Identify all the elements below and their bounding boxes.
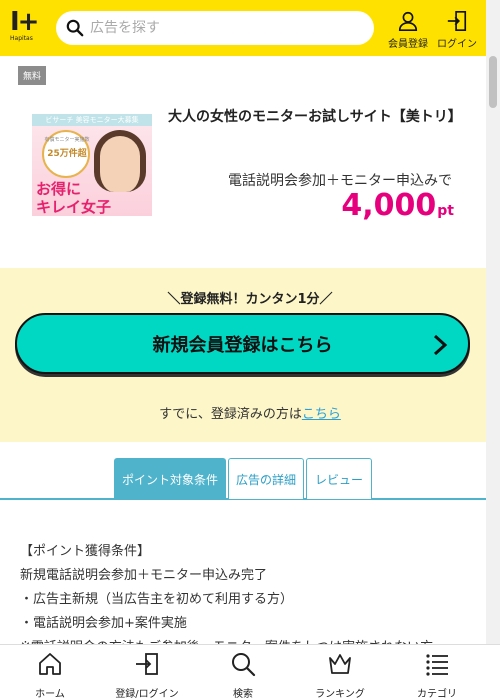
nav-home[interactable]: ホーム	[0, 651, 100, 700]
login-icon	[136, 653, 158, 675]
already-registered-label: すでに、登録済みの方は	[159, 407, 302, 422]
member-register-button[interactable]: 会員登録	[388, 10, 428, 50]
register-headline: ＼登録無料！カンタン1分／	[167, 292, 333, 307]
tab-reviews[interactable]: レビュー	[306, 458, 372, 499]
ad-image-line2: キレイ女子	[36, 198, 112, 216]
points-unit: pt	[437, 203, 454, 219]
nav-login[interactable]: 登録/ログイン	[97, 651, 197, 700]
register-panel: ＼登録無料！カンタン1分／ 新規会員登録はこちら すでに、登録済みの方はこちら	[0, 268, 500, 442]
ad-image-top-text: ビサーチ 美容モニター大募集	[32, 114, 152, 126]
detail-tabs: ポイント対象条件 広告の詳細 レビュー	[0, 458, 500, 500]
nav-ranking[interactable]: ランキング	[290, 651, 390, 700]
nav-ranking-label: ランキング	[315, 689, 365, 700]
free-badge: 無料	[18, 66, 47, 85]
tab-content: 【ポイント獲得条件】 新規電話説明会参加＋モニター申込み完了 ・広告主新規（当広…	[20, 540, 470, 660]
ad-image-seal-big: 25万件超	[47, 149, 87, 159]
ad-title: 大人の女性のモニターお試しサイト【美トリ】	[168, 109, 462, 125]
content-line: 【ポイント獲得条件】	[20, 544, 151, 559]
ad-image[interactable]: ビサーチ 美容モニター大募集 有償モニター実施数 25万件超 お得に キレイ女子	[32, 114, 152, 216]
tab-point-conditions[interactable]: ポイント対象条件	[114, 458, 226, 499]
logo-mark: I+	[10, 7, 40, 37]
login-label: ログイン	[437, 39, 477, 50]
header-bar: I+ Hapitas 会員登録 ログイン	[0, 0, 500, 56]
nav-category-label: カテゴリ	[417, 689, 457, 700]
crown-icon	[329, 654, 351, 674]
login-icon	[447, 11, 467, 31]
nav-category[interactable]: カテゴリ	[387, 651, 487, 700]
ad-image-seal-small: 有償モニター実施数	[44, 137, 90, 143]
register-button-label: 新規会員登録はこちら	[152, 334, 333, 356]
logo-sub: Hapitas	[10, 35, 33, 42]
points-value: 4,000	[341, 188, 437, 223]
content-line: ・電話説明会参加+案件実施	[20, 616, 187, 631]
hapitas-logo[interactable]: I+ Hapitas	[10, 8, 46, 44]
chevron-right-icon	[433, 334, 448, 356]
nav-login-label: 登録/ログイン	[115, 689, 179, 700]
search-icon	[232, 653, 256, 677]
home-icon	[39, 653, 61, 675]
nav-search[interactable]: 検索	[193, 651, 293, 700]
nav-home-label: ホーム	[35, 689, 65, 700]
person-icon	[398, 11, 418, 31]
search-icon	[66, 19, 84, 37]
already-registered-text: すでに、登録済みの方はこちら	[0, 403, 500, 422]
bottom-nav: ホーム 登録/ログイン 検索 ランキング カテゴリ	[0, 644, 500, 700]
member-register-label: 会員登録	[388, 39, 428, 50]
ad-points: 4,000pt	[300, 188, 454, 223]
content-line: ・広告主新規（当広告主を初めて利用する方）	[20, 592, 294, 607]
list-icon	[426, 654, 448, 676]
ad-image-model	[94, 130, 146, 192]
nav-search-label: 検索	[233, 689, 253, 700]
login-button[interactable]: ログイン	[437, 10, 477, 50]
register-button[interactable]: 新規会員登録はこちら	[15, 313, 470, 374]
tab-ad-details[interactable]: 広告の詳細	[228, 458, 304, 499]
content-line: 新規電話説明会参加＋モニター申込み完了	[20, 568, 268, 583]
ad-condition: 電話説明会参加＋モニター申込みで	[228, 173, 452, 189]
search-box[interactable]	[56, 11, 374, 45]
search-input[interactable]	[90, 20, 350, 36]
page-scrollbar[interactable]	[486, 0, 500, 644]
login-link[interactable]: こちら	[302, 407, 341, 422]
scrollbar-thumb[interactable]	[489, 56, 497, 108]
